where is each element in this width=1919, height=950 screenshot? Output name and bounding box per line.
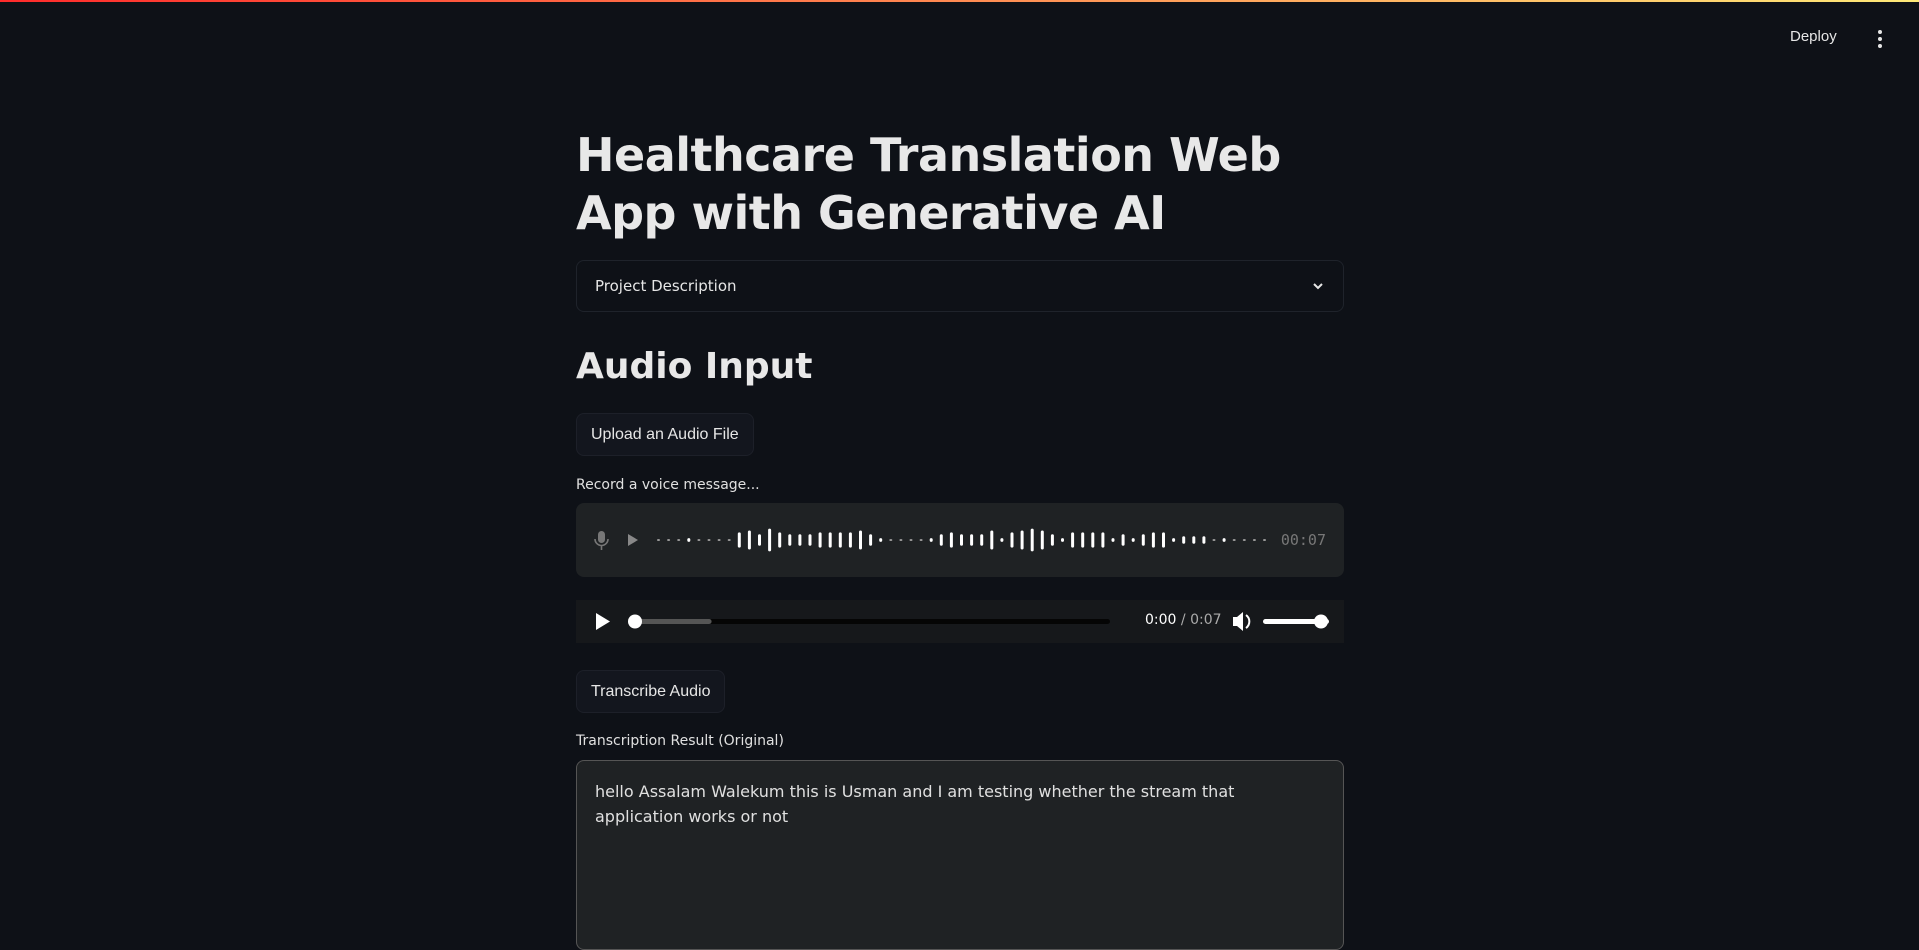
waveform-bar bbox=[879, 538, 883, 542]
volume-icon[interactable] bbox=[1233, 612, 1251, 631]
waveform-bar bbox=[1131, 538, 1135, 542]
waveform-bar bbox=[889, 539, 893, 541]
recorder-time: 00:07 bbox=[1280, 531, 1326, 549]
waveform-bar bbox=[737, 532, 741, 548]
recorder-label: Record a voice message... bbox=[576, 477, 760, 493]
waveform-bar bbox=[1202, 536, 1206, 544]
waveform-bar bbox=[1192, 536, 1196, 544]
waveform-bar bbox=[1242, 539, 1246, 541]
waveform-bar bbox=[1101, 532, 1105, 548]
waveform-bar bbox=[798, 534, 802, 546]
recorder-play-icon[interactable] bbox=[628, 534, 638, 546]
project-description-expander[interactable]: Project Description bbox=[576, 260, 1344, 312]
waveform-bar bbox=[1162, 532, 1165, 548]
waveform-bar bbox=[1040, 530, 1044, 550]
waveform-bar bbox=[707, 539, 711, 541]
waveform-bar bbox=[899, 539, 903, 541]
waveform-bar bbox=[859, 530, 862, 550]
duration: 0:07 bbox=[1190, 612, 1222, 628]
waveform-bar bbox=[1081, 532, 1085, 548]
waveform-bar bbox=[1252, 539, 1256, 541]
waveform-bar bbox=[1141, 534, 1145, 546]
waveform-bar bbox=[1061, 538, 1064, 542]
transcription-textarea[interactable]: hello Assalam Walekum this is Usman and … bbox=[576, 760, 1344, 950]
waveform-bar bbox=[778, 532, 782, 548]
waveform-bar bbox=[1172, 538, 1176, 542]
waveform-bar bbox=[667, 539, 671, 541]
page-title: Healthcare Translation Web App with Gene… bbox=[576, 128, 1281, 240]
waveform-bar bbox=[1182, 536, 1186, 544]
seek-thumb[interactable] bbox=[628, 614, 642, 629]
waveform-bar bbox=[1000, 538, 1004, 542]
expander-label: Project Description bbox=[595, 277, 737, 295]
waveform-bar bbox=[909, 539, 913, 541]
waveform-bar bbox=[929, 538, 933, 542]
waveform-bar bbox=[980, 534, 984, 546]
waveform-bar bbox=[768, 528, 772, 552]
waveform-bar bbox=[1222, 538, 1226, 542]
waveform-bar bbox=[1010, 532, 1014, 548]
waveform-bar bbox=[677, 539, 681, 541]
microphone-icon[interactable] bbox=[594, 531, 609, 550]
waveform-bar bbox=[949, 532, 953, 548]
waveform-bar bbox=[687, 538, 691, 542]
waveform-bar bbox=[1232, 539, 1236, 541]
waveform-bar bbox=[818, 532, 822, 548]
waveform-bar bbox=[1020, 530, 1024, 550]
waveform-bar bbox=[919, 539, 923, 541]
waveform-bar bbox=[1091, 532, 1095, 548]
waveform-bar bbox=[747, 530, 751, 550]
waveform-bar bbox=[727, 539, 731, 541]
waveform-bar bbox=[758, 534, 761, 546]
waveform-bar bbox=[1071, 532, 1075, 548]
play-icon[interactable] bbox=[596, 613, 610, 630]
audio-player: 0:00 / 0:07 bbox=[576, 600, 1344, 643]
waveform-bar bbox=[1151, 532, 1155, 548]
upload-audio-button[interactable]: Upload an Audio File bbox=[576, 413, 754, 456]
more-vertical-icon[interactable] bbox=[1872, 26, 1888, 52]
waveform-bar bbox=[1030, 528, 1034, 552]
section-heading: Audio Input bbox=[576, 346, 813, 387]
waveform-bar bbox=[828, 532, 832, 548]
waveform-bar bbox=[1050, 534, 1054, 546]
waveform-bar bbox=[838, 532, 842, 548]
waveform-bar bbox=[808, 534, 812, 546]
volume-thumb[interactable] bbox=[1314, 614, 1328, 629]
waveform-bar bbox=[869, 534, 873, 546]
transcribe-audio-button[interactable]: Transcribe Audio bbox=[576, 670, 726, 713]
waveform-bar bbox=[1212, 539, 1216, 541]
waveform-bar bbox=[1111, 538, 1115, 542]
audio-recorder: 00:07 bbox=[576, 503, 1344, 577]
waveform-bar bbox=[788, 534, 792, 546]
waveform-bar bbox=[717, 539, 721, 541]
waveform-bar bbox=[990, 530, 994, 550]
waveform-bar bbox=[960, 534, 963, 546]
transcription-label: Transcription Result (Original) bbox=[576, 733, 784, 749]
recorder-waveform bbox=[594, 528, 1266, 552]
waveform-bar bbox=[939, 534, 943, 546]
seek-buffered bbox=[630, 619, 712, 624]
current-time: 0:00 bbox=[1145, 612, 1177, 628]
time-separator: / bbox=[1180, 612, 1186, 628]
top-decoration-bar bbox=[0, 0, 1919, 2]
chevron-down-icon bbox=[1313, 283, 1323, 290]
waveform-bar bbox=[1121, 534, 1125, 546]
waveform-bar bbox=[657, 539, 660, 541]
deploy-button[interactable]: Deploy bbox=[1790, 28, 1837, 45]
waveform-bar bbox=[970, 534, 974, 546]
waveform-bar bbox=[697, 539, 701, 541]
waveform-bar bbox=[1263, 539, 1266, 541]
waveform-bar bbox=[848, 532, 852, 548]
